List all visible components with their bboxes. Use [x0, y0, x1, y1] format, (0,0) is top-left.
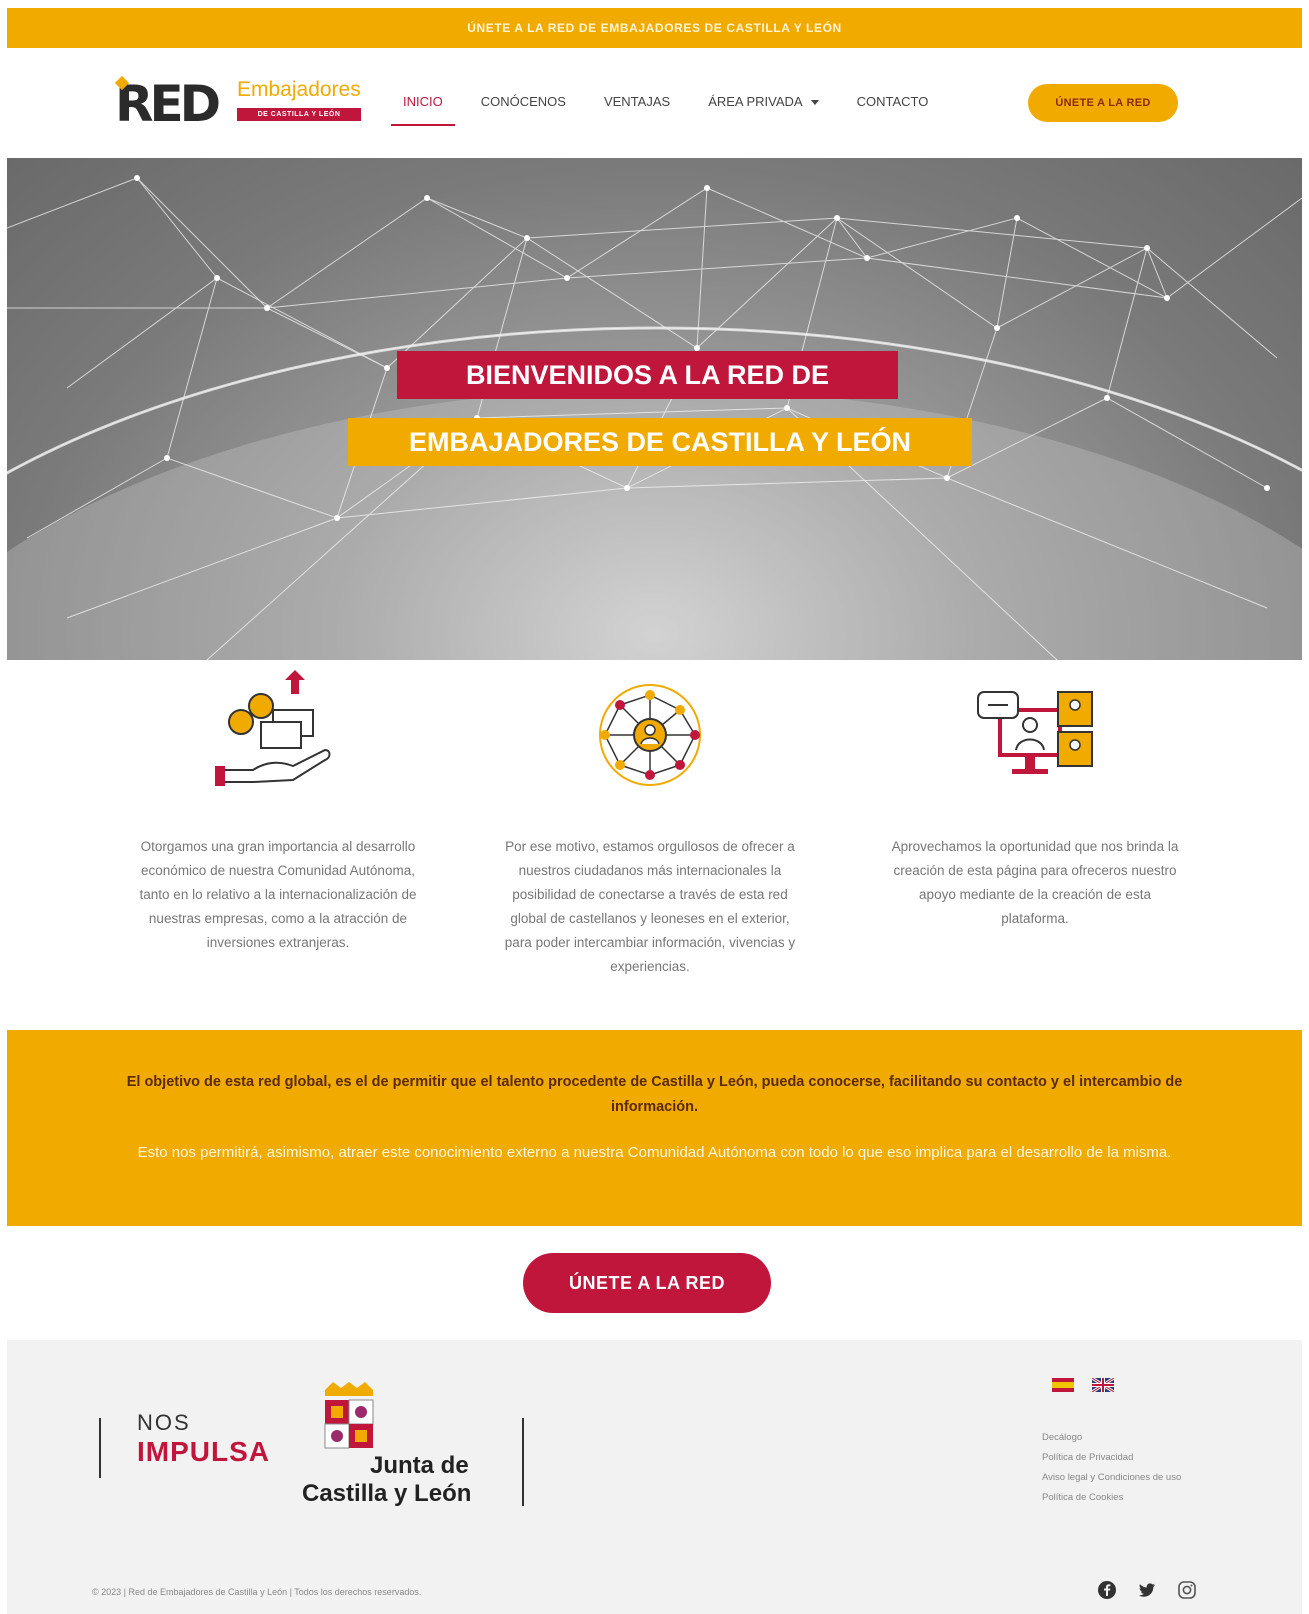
- objective-bold-text: El objetivo de esta red global, es el de…: [126, 1074, 1183, 1115]
- join-network-button[interactable]: ÚNETE A LA RED: [523, 1253, 771, 1313]
- money-hand-icon: [215, 670, 331, 786]
- top-announcement-text[interactable]: ÚNETE A LA RED DE EMBAJADORES DE CASTILL…: [467, 21, 842, 35]
- footer-links: Decálogo Política de Privacidad Aviso le…: [1042, 1428, 1182, 1508]
- feature-text-1: Otorgamos una gran importancia al desarr…: [139, 839, 417, 950]
- spanish-flag-icon[interactable]: [1052, 1378, 1074, 1392]
- copyright-text: © 2023 | Red de Embajadores de Castilla …: [92, 1587, 422, 1597]
- hero-title-line-2: EMBAJADORES DE CASTILLA Y LEÓN: [348, 418, 972, 466]
- top-announcement-bar[interactable]: ÚNETE A LA RED DE EMBAJADORES DE CASTILL…: [7, 8, 1302, 48]
- junta-title-line-1: Junta de: [370, 1452, 469, 1479]
- footer-divider-right: [522, 1418, 524, 1506]
- junta-title-line-2: Castilla y León: [302, 1480, 472, 1507]
- feature-column-1: Otorgamos una gran importancia al desarr…: [128, 670, 428, 955]
- feature-column-2: Por ese motivo, estamos orgullosos de of…: [500, 670, 800, 979]
- nos-impulsa-logo[interactable]: NOS IMPULSA: [137, 1410, 270, 1468]
- nav-item-contacto[interactable]: CONTACTO: [857, 82, 929, 122]
- objective-band: El objetivo de esta red global, es el de…: [7, 1030, 1302, 1226]
- logo-embajadores-text: Embajadores: [237, 78, 361, 101]
- facebook-icon[interactable]: [1097, 1580, 1117, 1600]
- hero-banner: BIENVENIDOS A LA RED DE EMBAJADORES DE C…: [7, 158, 1302, 660]
- social-links: [1097, 1580, 1197, 1600]
- feature-text-3: Aprovechamos la oportunidad que nos brin…: [891, 839, 1179, 926]
- hero-title-line-1: BIENVENIDOS A LA RED DE: [397, 351, 898, 399]
- site-footer: NOS IMPULSA Junta de Castilla y León Dec…: [7, 1340, 1302, 1614]
- footer-divider-left: [99, 1418, 101, 1478]
- language-selector: [1052, 1378, 1114, 1392]
- nav-item-inicio[interactable]: INICIO: [391, 82, 455, 126]
- nav-item-area-privada-label: ÁREA PRIVADA: [708, 94, 803, 109]
- instagram-icon[interactable]: [1177, 1580, 1197, 1600]
- chevron-down-icon: [810, 100, 819, 106]
- footer-link-cookies[interactable]: Política de Cookies: [1042, 1488, 1182, 1508]
- join-network-button-header[interactable]: ÚNETE A LA RED: [1028, 84, 1178, 122]
- footer-link-decalogo[interactable]: Decálogo: [1042, 1428, 1182, 1448]
- site-header: RED Embajadores DE CASTILLA Y LEÓN INICI…: [0, 48, 1309, 160]
- nos-impulsa-top: NOS: [137, 1410, 191, 1435]
- feature-text-2: Por ese motivo, estamos orgullosos de of…: [504, 839, 796, 974]
- globe-network-icon: [599, 684, 701, 786]
- uk-flag-icon[interactable]: [1092, 1378, 1114, 1392]
- main-nav: INICIO CONÓCENOS VENTAJAS ÁREA PRIVADA C…: [391, 82, 966, 126]
- footer-link-privacidad[interactable]: Política de Privacidad: [1042, 1448, 1182, 1468]
- nav-item-conocenos[interactable]: CONÓCENOS: [481, 82, 566, 122]
- nos-impulsa-bottom: IMPULSA: [137, 1436, 270, 1467]
- junta-castilla-leon-logo[interactable]: Junta de Castilla y León: [302, 1380, 502, 1510]
- nav-item-area-privada[interactable]: ÁREA PRIVADA: [708, 82, 819, 122]
- coat-of-arms-icon: [324, 1382, 374, 1449]
- logo-subtitle: DE CASTILLA Y LEÓN: [237, 108, 361, 121]
- video-conference-icon: [977, 691, 1093, 774]
- network-globe-background: [7, 175, 1302, 660]
- objective-normal-text: Esto nos permitirá, asimismo, atraer est…: [137, 1144, 1172, 1161]
- site-logo[interactable]: RED Embajadores DE CASTILLA Y LEÓN: [114, 75, 365, 133]
- feature-column-3: Aprovechamos la oportunidad que nos brin…: [885, 670, 1185, 931]
- nav-item-ventajas[interactable]: VENTAJAS: [604, 82, 670, 122]
- footer-link-aviso-legal[interactable]: Aviso legal y Condiciones de uso: [1042, 1468, 1182, 1488]
- twitter-icon[interactable]: [1137, 1580, 1157, 1600]
- logo-red-text: RED: [115, 75, 221, 133]
